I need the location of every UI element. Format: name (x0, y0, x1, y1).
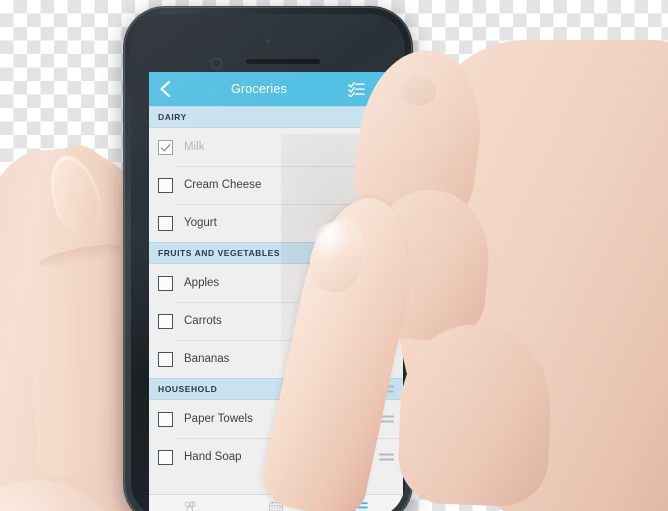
checkbox-icon[interactable] (158, 449, 173, 465)
checkbox-icon[interactable] (158, 215, 173, 231)
list-item-label: Bananas (184, 353, 230, 365)
proximity-sensor-icon (211, 58, 222, 69)
fingernail (398, 72, 439, 108)
list-item-label: Carrots (184, 315, 222, 327)
checkbox-icon[interactable] (158, 411, 173, 427)
section-title: FRUITS AND VEGETABLES (158, 248, 281, 258)
section-title: HOUSEHOLD (158, 384, 218, 394)
checkbox-icon[interactable] (158, 275, 173, 291)
back-button[interactable] (159, 80, 181, 98)
tab-home[interactable]: Home (149, 495, 234, 511)
checkbox-checked-icon[interactable] (158, 139, 173, 155)
list-item-label: Yogurt (184, 217, 217, 229)
right-ring-finger (396, 322, 554, 508)
chevron-left-icon (159, 80, 171, 98)
front-camera-icon (265, 38, 271, 44)
list-item-label: Milk (184, 141, 205, 153)
section-title: DAIRY (158, 112, 187, 122)
checkbox-icon[interactable] (158, 313, 173, 329)
list-item-label: Hand Soap (184, 451, 242, 463)
earpiece-speaker-icon (246, 59, 320, 64)
checkbox-icon[interactable] (158, 177, 173, 193)
list-item-label: Paper Towels (184, 413, 253, 425)
right-hand (257, 40, 668, 511)
page-title: Groceries (231, 82, 287, 96)
list-item-label: Apples (184, 277, 220, 289)
scene: Groceries DAIRY Milk Cream Cheese Yogurt… (0, 0, 668, 511)
palm-highlight (0, 480, 129, 511)
checkbox-icon[interactable] (158, 351, 173, 367)
list-item-label: Cream Cheese (184, 179, 262, 191)
home-people-icon (184, 501, 198, 511)
